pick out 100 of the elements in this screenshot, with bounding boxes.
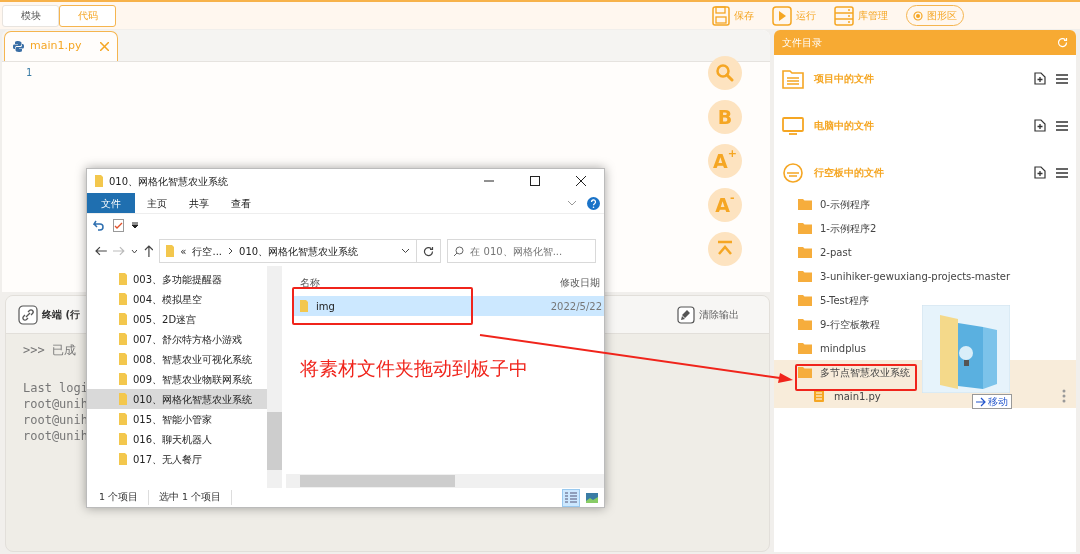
status-text: 选中 1 个项目 bbox=[159, 490, 233, 505]
undo-icon[interactable] bbox=[93, 219, 105, 231]
folder-icon bbox=[119, 353, 127, 365]
panel-title: 文件目录 bbox=[782, 36, 822, 50]
chevron-down-icon[interactable] bbox=[401, 248, 411, 254]
nav-item[interactable]: 016、聊天机器人 bbox=[87, 429, 267, 449]
tooltip-text: 移动 bbox=[988, 395, 1008, 409]
folder-icon bbox=[95, 175, 103, 187]
checklist-icon[interactable] bbox=[113, 218, 124, 232]
address-bar[interactable]: « 行空... 010、网格化智慧农业系统 bbox=[159, 239, 418, 263]
column-header[interactable]: 修改日期 bbox=[560, 275, 600, 290]
nav-item[interactable]: 004、模拟星空 bbox=[87, 289, 267, 309]
nav-item[interactable]: 010、网格化智慧农业系统 bbox=[87, 389, 267, 409]
terminal-line: root@unih bbox=[23, 412, 89, 428]
dropdown-icon[interactable] bbox=[132, 222, 138, 228]
search-icon bbox=[453, 246, 465, 257]
nav-item[interactable]: 009、智慧农业物联网系统 bbox=[87, 369, 267, 389]
folder-row[interactable]: 2-past bbox=[774, 240, 1076, 264]
search-field[interactable]: 在 010、网格化智... bbox=[447, 239, 596, 263]
folder-row[interactable]: 9-行空板教程 bbox=[774, 312, 1076, 336]
terminal-line: Last logi bbox=[23, 380, 89, 396]
file-date: 2022/5/22 bbox=[550, 299, 602, 314]
folder-icon bbox=[119, 293, 127, 305]
search-icon bbox=[716, 64, 734, 82]
terminal-line: root@unih bbox=[23, 428, 89, 444]
folder-icon bbox=[119, 413, 127, 425]
back-arrow-icon[interactable] bbox=[95, 246, 107, 256]
nav-item[interactable]: 003、多功能提醒器 bbox=[87, 269, 267, 289]
close-icon bbox=[576, 176, 586, 186]
horizontal-scrollbar[interactable] bbox=[286, 474, 604, 488]
ribbon-tab[interactable]: 主页 bbox=[137, 193, 177, 213]
add-file-icon[interactable] bbox=[1034, 166, 1046, 179]
menu-icon[interactable] bbox=[1056, 73, 1068, 84]
folder-icon bbox=[166, 245, 175, 257]
save-icon bbox=[712, 5, 730, 26]
folder-icon bbox=[119, 433, 127, 445]
folder-icon bbox=[119, 273, 127, 285]
folder-icon bbox=[798, 342, 812, 354]
arrow-right-icon bbox=[976, 396, 986, 407]
vertical-scrollbar[interactable] bbox=[267, 266, 282, 488]
nav-item[interactable]: 017、无人餐厅 bbox=[87, 449, 267, 469]
add-file-icon[interactable] bbox=[1034, 72, 1046, 85]
ribbon-tab[interactable]: 查看 bbox=[221, 193, 261, 213]
folder-row[interactable]: 5-Test程序 bbox=[774, 288, 1076, 312]
chevron-down-icon[interactable] bbox=[130, 248, 138, 254]
terminal-line: root@unih bbox=[23, 396, 89, 412]
file-name: img bbox=[316, 299, 336, 314]
folder-row[interactable]: 多节点智慧农业系统 bbox=[774, 360, 1076, 384]
status-text: 1 个项目 bbox=[99, 490, 150, 505]
terminal-title: 终端 (行 bbox=[42, 308, 81, 322]
folder-icon bbox=[798, 270, 812, 282]
nav-item[interactable]: 008、智慧农业可视化系统 bbox=[87, 349, 267, 369]
ribbon-tab[interactable]: 文件 bbox=[87, 193, 135, 213]
close-icon bbox=[100, 42, 109, 51]
server-rack-icon bbox=[834, 5, 854, 26]
refresh-button[interactable] bbox=[416, 239, 442, 263]
folder-icon bbox=[798, 294, 812, 306]
folder-icon bbox=[119, 453, 127, 465]
nav-item[interactable]: 015、智能小管家 bbox=[87, 409, 267, 429]
mode-tab[interactable]: 模块 bbox=[2, 4, 59, 27]
folder-icon bbox=[119, 333, 127, 345]
details-view-button[interactable] bbox=[562, 488, 580, 507]
file-tab-label: main1.py bbox=[30, 38, 83, 55]
play-icon bbox=[772, 5, 792, 26]
path-segment[interactable]: 010、网格化智慧农业系统 bbox=[239, 243, 359, 259]
file-icon bbox=[814, 390, 824, 402]
folder-icon bbox=[798, 222, 812, 234]
maximize-icon bbox=[530, 176, 540, 186]
link-icon bbox=[18, 304, 38, 325]
ribbon-tab[interactable]: 共享 bbox=[179, 193, 219, 213]
nav-item[interactable]: 007、舒尔特方格小游戏 bbox=[87, 329, 267, 349]
up-arrow-icon[interactable] bbox=[143, 245, 154, 257]
folder-row[interactable]: 3-unihiker-gewuxiang-projects-master bbox=[774, 264, 1076, 288]
folder-icon bbox=[798, 198, 812, 210]
refresh-icon bbox=[423, 245, 435, 257]
add-file-icon[interactable] bbox=[1034, 119, 1046, 132]
annotation-text: 将素材文件夹拖动到板子中 bbox=[300, 356, 528, 381]
folder-icon bbox=[798, 246, 812, 258]
help-icon[interactable] bbox=[587, 196, 600, 210]
folder-row[interactable]: mindplus bbox=[774, 336, 1076, 360]
line-number: 1 bbox=[26, 66, 34, 80]
target-icon bbox=[913, 10, 923, 21]
column-header[interactable]: 名称 bbox=[300, 275, 560, 290]
window-title: 010、网格化智慧农业系统 bbox=[109, 174, 230, 189]
menu-icon[interactable] bbox=[1056, 120, 1068, 131]
broom-icon bbox=[677, 305, 695, 324]
circle-board-icon bbox=[782, 162, 804, 183]
folder-icon bbox=[119, 313, 127, 325]
folder-icon bbox=[798, 318, 812, 330]
path-segment[interactable]: 行空... bbox=[192, 243, 223, 259]
python-icon bbox=[13, 41, 24, 52]
chevron-right-icon bbox=[228, 247, 234, 255]
folder-row[interactable]: 1-示例程序2 bbox=[774, 216, 1076, 240]
menu-icon[interactable] bbox=[1056, 167, 1068, 178]
folder-icon bbox=[300, 300, 308, 312]
nav-item[interactable]: 005、2D迷宫 bbox=[87, 309, 267, 329]
folder-icon bbox=[119, 373, 127, 385]
terminal-line: >>> 已成 bbox=[23, 342, 76, 358]
file-row[interactable]: img 2022/5/22 bbox=[294, 296, 604, 316]
clear-output-button[interactable]: 清除输出 bbox=[677, 305, 739, 324]
